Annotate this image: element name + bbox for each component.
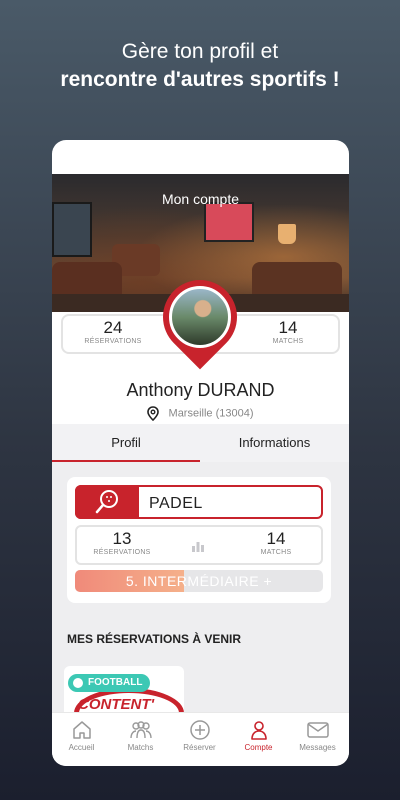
nav-accueil[interactable]: Accueil [52,719,111,752]
last-name: DURAND [197,380,275,400]
nav-reserver-label: Réserver [183,743,216,752]
sport-reservations-stat: 13 RÉSERVATIONS [77,529,167,556]
location-pin-icon [147,406,160,422]
promo-header: Gère ton profil et rencontre d'autres sp… [0,40,400,92]
matchs-count: 14 [278,318,298,337]
nav-reserver[interactable]: Réserver [170,719,229,752]
sport-matchs-label: MATCHS [260,549,292,556]
reservation-card[interactable]: CONTENT' FOOTBALL [64,666,184,716]
nav-matchs-label: Matchs [127,743,154,752]
group-icon [129,721,152,739]
sport-stats: 13 RÉSERVATIONS 14 MATCHS [75,525,323,565]
sport-badge: FOOTBALL [68,674,151,692]
phone-screen: Mon compte 24 RÉSERVATIONS 14 MATCHS Ant… [52,140,349,766]
reservations-count: 24 [103,318,123,337]
sport-header: PADEL [75,485,323,519]
sport-card[interactable]: PADEL 13 RÉSERVATIONS 14 MATCHS 5. INTER… [67,477,331,603]
sport-badge-label: FOOTBALL [88,677,143,688]
home-icon [72,721,91,739]
nav-matchs[interactable]: Matchs [111,719,170,752]
profile-tabs: Profil Informations [52,424,349,462]
nav-messages-label: Messages [299,743,336,752]
bar-chart-icon [192,542,204,552]
bottom-nav: Accueil Matchs Réserver Compte Messages [52,712,349,766]
plus-circle-icon [189,720,210,740]
reservation-art-text: CONTENT' [78,696,155,713]
sport-icon-box [75,485,139,519]
tab-informations[interactable]: Informations [200,424,349,462]
user-icon [250,721,267,740]
sport-name: PADEL [149,495,203,512]
promo-line-2: rencontre d'autres sportifs ! [60,68,340,91]
reservations-stat[interactable]: 24 RÉSERVATIONS [63,318,163,345]
sport-matchs-stat: 14 MATCHS [231,529,321,556]
sport-reservations-count: 13 [112,529,132,548]
level-bar: 5. INTERMÉDIAIRE + [75,570,323,592]
reservations-label: RÉSERVATIONS [84,338,142,345]
avatar[interactable] [169,286,231,348]
location-text: Marseille (13004) [168,407,254,420]
padel-racket-icon [95,490,118,514]
nav-compte-label: Compte [244,743,273,752]
nav-messages[interactable]: Messages [288,719,347,752]
sport-matchs-count: 14 [266,529,286,548]
matchs-label: MATCHS [272,338,304,345]
user-location: Marseille (13004) [52,406,349,422]
tab-profil[interactable]: Profil [52,424,200,462]
user-name: Anthony DURAND [52,380,349,401]
sport-reservations-label: RÉSERVATIONS [93,549,151,556]
football-icon [71,676,85,690]
first-name: Anthony [126,380,193,400]
upcoming-title: MES RÉSERVATIONS À VENIR [67,632,242,646]
page-title: Mon compte [161,191,240,207]
matchs-stat[interactable]: 14 MATCHS [238,318,338,345]
nav-compte[interactable]: Compte [229,719,288,752]
mail-icon [306,722,329,738]
level-label: 5. INTERMÉDIAIRE + [125,573,273,589]
promo-line-1: Gère ton profil et [121,40,279,63]
nav-accueil-label: Accueil [68,743,95,752]
